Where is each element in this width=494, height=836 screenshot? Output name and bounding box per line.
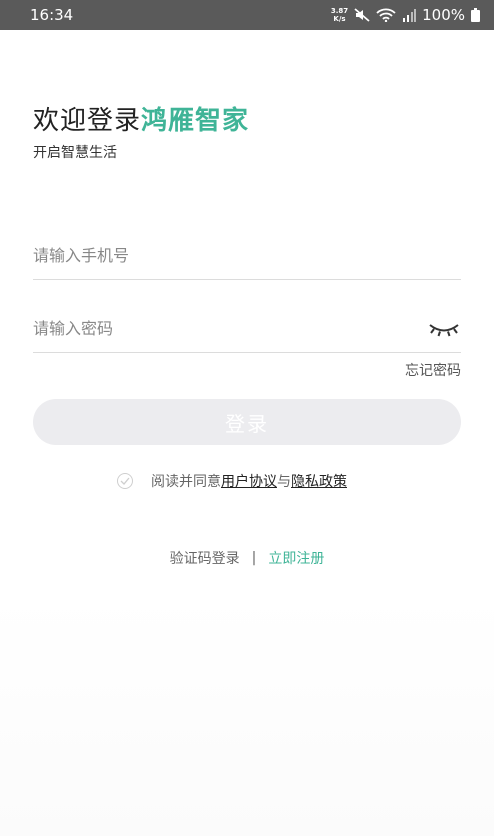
brand-name: 鸿雁智家 (141, 106, 250, 136)
sms-login-link[interactable]: 验证码登录 (170, 548, 240, 568)
phone-input[interactable] (33, 246, 393, 265)
page-subtitle: 开启智慧生活 (33, 145, 117, 161)
login-button[interactable]: 登录 (33, 399, 461, 445)
password-field-row (33, 305, 461, 353)
agreement-row: 阅读并同意 用户协议与隐私政策 (117, 471, 347, 491)
net-speed-unit: K/s (333, 15, 346, 23)
signal-icon (402, 8, 417, 22)
bottom-links: 验证码登录 | 立即注册 (0, 548, 494, 568)
status-indicators: 3.87 K/s 100% (331, 6, 480, 24)
agree-checkbox[interactable] (117, 473, 133, 489)
password-input[interactable] (33, 319, 393, 338)
page-title: 欢迎登录鸿雁智家 (33, 100, 249, 137)
check-icon (120, 477, 130, 485)
forgot-password-link[interactable]: 忘记密码 (405, 360, 461, 380)
mute-icon (354, 8, 370, 22)
link-separator: | (251, 550, 257, 566)
status-time: 16:34 (30, 6, 74, 24)
net-speed-value: 3.87 (330, 7, 349, 15)
login-page: 欢迎登录鸿雁智家 开启智慧生活 忘记密码 登录 阅读并同意用户协议与隐私政策 验… (0, 30, 494, 836)
battery-icon (471, 8, 480, 22)
privacy-policy-link[interactable]: 隐私政策 (291, 471, 347, 491)
title-prefix: 欢迎登录 (33, 106, 142, 136)
wifi-icon (376, 8, 396, 22)
phone-field-row (33, 232, 461, 280)
status-bar: 16:34 3.87 K/s 100% (0, 0, 494, 30)
user-agreement-link[interactable]: 用户协议 (221, 471, 277, 491)
agree-prefix: 阅读并同意 (151, 474, 221, 490)
eye-closed-icon[interactable] (427, 319, 461, 339)
agree-and: 与 (277, 474, 291, 490)
net-speed: 3.87 K/s (331, 7, 348, 23)
register-link[interactable]: 立即注册 (268, 548, 324, 568)
battery-level: 100% (422, 6, 465, 24)
